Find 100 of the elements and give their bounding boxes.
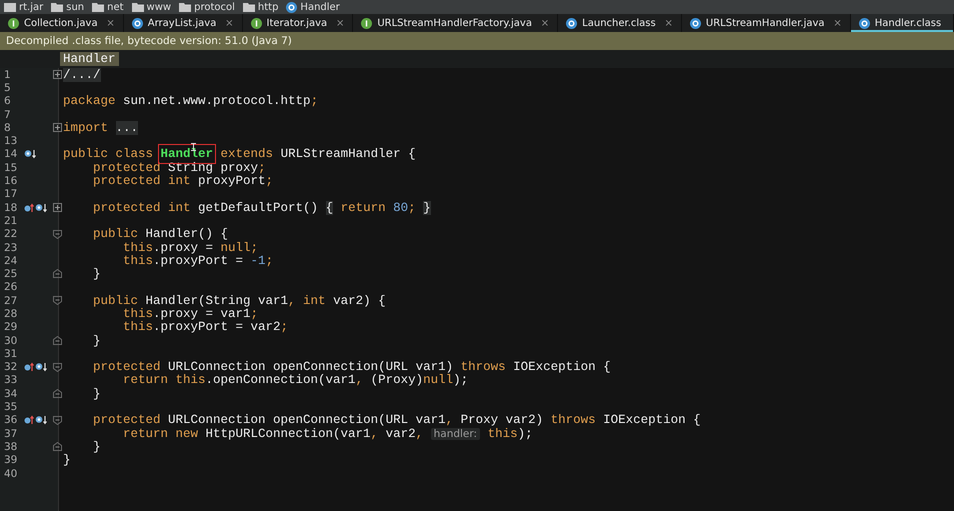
code-text: public Handler(String var1, int var2) { (92, 294, 386, 308)
folded-code[interactable]: } (423, 200, 431, 215)
breadcrumb-item[interactable]: Handler (300, 2, 340, 12)
code-text: } (92, 267, 101, 282)
line-number: 8 (3, 122, 12, 134)
interface-icon (361, 18, 372, 28)
line-number: 30 (3, 334, 18, 347)
line-number: 38 (3, 440, 18, 453)
code-text: public Handler() { (92, 227, 228, 242)
implemented-marker-icon (35, 202, 47, 213)
breadcrumb-item[interactable]: sun (66, 2, 84, 12)
code-text: this.proxyPort = var2; (122, 320, 288, 334)
fold-end-icon (53, 269, 62, 278)
folded-code[interactable]: ... (116, 120, 138, 135)
line-number: 15 (3, 162, 18, 174)
implemented-marker-icon (35, 362, 47, 372)
line-number: 21 (3, 214, 18, 227)
class-icon (690, 18, 701, 28)
code-text: } (92, 440, 101, 454)
line-number: 22 (3, 228, 18, 240)
code-text: return new HttpURLConnection(var1, var2, (122, 426, 424, 441)
breadcrumb-item[interactable]: http (258, 2, 278, 12)
folder-icon (92, 2, 104, 12)
line-number: 31 (3, 348, 18, 360)
breadcrumb-item[interactable]: net (107, 2, 124, 12)
line-number: 32 (3, 361, 18, 374)
class-icon (858, 18, 870, 28)
fold-expand-icon (53, 70, 62, 79)
line-number: 33 (3, 374, 18, 386)
code-text: this.proxy = null; (122, 240, 258, 255)
line-number: 6 (3, 95, 12, 108)
close-icon[interactable]: × (106, 18, 115, 28)
folded-code[interactable]: /.../ (63, 68, 101, 82)
breadcrumb-item[interactable]: protocol (194, 2, 235, 12)
line-number: 40 (3, 468, 18, 480)
line-number: 29 (3, 321, 18, 334)
line-number: 17 (3, 188, 18, 200)
fold-collapse-icon (53, 362, 62, 372)
code-text: } (63, 453, 71, 468)
code-text: this.proxyPort = -1; (122, 254, 274, 268)
line-number: 14 (3, 148, 18, 160)
code-text: return 80; (340, 200, 417, 215)
close-icon[interactable]: × (664, 18, 673, 28)
line-number: 36 (3, 414, 18, 426)
code-text: } (92, 386, 101, 401)
editor-tab[interactable]: Handler.class (850, 14, 954, 32)
fold-expand-icon (53, 123, 62, 132)
class-icon (286, 2, 298, 12)
code-text: protected int getDefaultPort() (92, 200, 320, 215)
code-text: protected URLConnection openConnection(URL var1) throws IOException { (92, 360, 611, 374)
fold-end-icon (53, 442, 62, 452)
fold-collapse-icon (53, 296, 62, 306)
code-text: } (92, 334, 101, 348)
code-text: return this.openConnection(var1, (Proxy)null); (122, 373, 468, 388)
implemented-marker-icon (24, 149, 36, 160)
line-number: 1 (3, 68, 12, 81)
line-number: 7 (3, 108, 12, 121)
interface-icon (250, 18, 262, 28)
interface-icon (8, 18, 19, 28)
folder-icon (242, 2, 255, 12)
line-number: 13 (3, 135, 18, 148)
folded-code[interactable]: { (326, 200, 334, 215)
class-icon (132, 18, 143, 28)
code-text: protected URLConnection openConnection(URL var1, Proxy var2) throws IOException { (92, 413, 701, 428)
override-marker-icon (24, 415, 34, 426)
fold-end-icon (53, 336, 62, 345)
folder-icon (51, 2, 64, 12)
line-number: 23 (3, 242, 18, 254)
close-icon[interactable]: × (540, 18, 550, 28)
line-number: 25 (3, 268, 18, 280)
code-text: this); (486, 426, 533, 441)
sticky-class-header: Handler (60, 52, 119, 66)
decompiled-notice-banner: Decompiled .class file, bytecode version: 51.0 (Java 7) (0, 32, 954, 50)
code-text: protected String proxy; (92, 160, 266, 175)
class-icon (566, 18, 578, 28)
folder-icon (132, 2, 144, 12)
code-text: package sun.net.www.protocol.http; (63, 94, 318, 108)
breadcrumb-item[interactable]: www (146, 2, 172, 12)
line-number: 18 (3, 202, 18, 214)
folder-icon (179, 2, 192, 12)
close-icon[interactable]: × (833, 18, 842, 28)
code-text: public class (63, 147, 154, 162)
code-text: import (63, 120, 110, 135)
line-number: 27 (3, 294, 18, 307)
line-number: 16 (3, 175, 18, 188)
parameter-hint: handler: (430, 428, 480, 440)
breadcrumb-item[interactable]: rt.jar (19, 2, 44, 12)
line-number: 35 (3, 401, 18, 414)
close-icon[interactable]: × (225, 18, 234, 28)
close-icon[interactable]: × (336, 18, 344, 28)
override-marker-icon (24, 202, 34, 213)
line-number: 34 (3, 388, 18, 400)
fold-collapse-icon (53, 416, 62, 425)
highlighted-identifier[interactable]: Handler (160, 147, 214, 162)
fold-expand-icon (53, 202, 62, 212)
code-text: extends URLStreamHandler { (220, 147, 416, 162)
implemented-marker-icon (35, 415, 47, 426)
jar-icon (4, 2, 16, 12)
line-number: 24 (3, 254, 18, 267)
line-number: 37 (3, 428, 18, 440)
